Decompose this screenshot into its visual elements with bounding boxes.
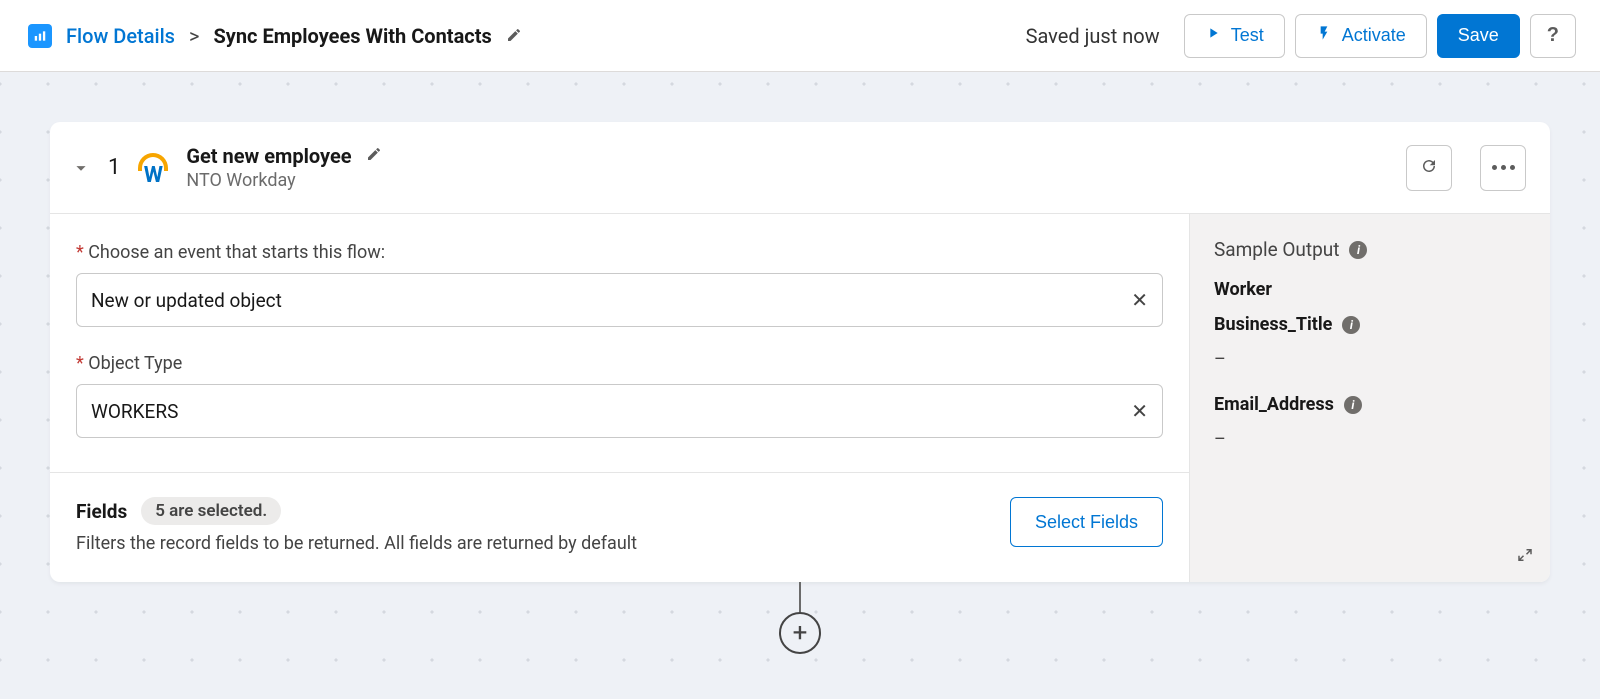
output-key-1: Email_Address [1214,394,1334,415]
sample-output-panel: Sample Output i Worker Business_Title i … [1190,214,1550,582]
output-key-0: Business_Title [1214,314,1332,335]
step-number: 1 [108,155,120,180]
output-val-0: – [1214,349,1526,370]
step-config: Choose an event that starts this flow: N… [50,214,1190,582]
breadcrumb-flow-details[interactable]: Flow Details [66,24,175,48]
event-value: New or updated object [91,289,1131,312]
step-card: 1 W Get new employee NTO Workday [50,122,1550,582]
fields-description: Filters the record fields to be returned… [76,533,990,554]
step-title: Get new employee [186,144,351,168]
play-icon [1205,25,1221,46]
object-type-combobox[interactable]: WORKERS ✕ [76,384,1163,438]
more-button[interactable] [1480,145,1526,191]
header-actions: Test Activate Save ? [1184,14,1576,58]
refresh-icon [1420,157,1438,178]
step-labels: Get new employee NTO Workday [186,144,381,191]
object-type-label: Object Type [76,353,1163,374]
save-status: Saved just now [1026,24,1160,48]
help-label: ? [1547,24,1559,47]
workday-icon: W [136,151,170,185]
breadcrumb: Flow Details > Sync Employees With Conta… [28,24,522,48]
add-step-button[interactable]: + [779,612,821,654]
step-connector: NTO Workday [186,170,381,191]
clear-icon[interactable]: ✕ [1131,401,1148,421]
flow-name: Sync Employees With Contacts [213,24,491,48]
event-combobox[interactable]: New or updated object ✕ [76,273,1163,327]
test-button[interactable]: Test [1184,14,1285,58]
pencil-icon[interactable] [506,24,522,48]
chevron-down-icon[interactable] [70,157,92,179]
output-val-1: – [1214,429,1526,450]
more-icon [1492,165,1515,170]
plus-icon: + [793,618,808,648]
bolt-icon [1316,25,1332,46]
test-label: Test [1231,25,1264,46]
help-button[interactable]: ? [1530,14,1576,58]
breadcrumb-sep: > [189,24,199,48]
object-type-value: WORKERS [91,400,1131,423]
select-fields-button[interactable]: Select Fields [1010,497,1163,547]
step-connector-line: + [50,582,1550,628]
fields-section: Fields 5 are selected. Filters the recor… [50,472,1189,582]
save-button[interactable]: Save [1437,14,1520,58]
pencil-icon[interactable] [366,146,382,166]
info-icon[interactable]: i [1342,316,1360,334]
step-header: 1 W Get new employee NTO Workday [50,122,1550,214]
select-fields-label: Select Fields [1035,512,1138,533]
clear-icon[interactable]: ✕ [1131,290,1148,310]
flow-canvas: 1 W Get new employee NTO Workday [0,72,1600,699]
fields-title: Fields [76,500,127,523]
activate-button[interactable]: Activate [1295,14,1427,58]
refresh-button[interactable] [1406,145,1452,191]
sample-output-title: Sample Output [1214,238,1339,261]
flow-details-icon [28,24,52,48]
fields-selected-badge: 5 are selected. [141,497,281,525]
event-label: Choose an event that starts this flow: [76,242,1163,263]
info-icon[interactable]: i [1349,241,1367,259]
expand-icon[interactable] [1516,546,1534,568]
output-root-key: Worker [1214,279,1526,300]
app-header: Flow Details > Sync Employees With Conta… [0,0,1600,72]
save-label: Save [1458,25,1499,46]
info-icon[interactable]: i [1344,396,1362,414]
step-body: Choose an event that starts this flow: N… [50,214,1550,582]
activate-label: Activate [1342,25,1406,46]
